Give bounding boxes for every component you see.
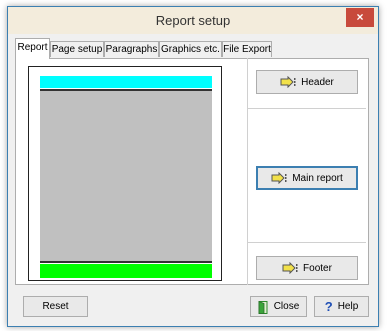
preview-footer-band[interactable] — [40, 264, 212, 278]
window-close-button[interactable]: × — [346, 8, 374, 27]
title-bar[interactable]: Report setup × — [8, 7, 378, 34]
close-button[interactable]: Close — [250, 296, 307, 317]
window-title: Report setup — [155, 13, 231, 28]
report-setup-dialog: Report setup × Report Page setup Paragra… — [7, 6, 379, 327]
exit-door-icon — [258, 300, 269, 314]
dialog-client-area: Report Page setup Paragraphs Graphics et… — [8, 34, 378, 326]
preview-main-band[interactable] — [40, 91, 212, 261]
main-report-button-label: Main report — [292, 172, 343, 184]
reset-button-label: Reset — [42, 301, 69, 312]
help-button-label: Help — [337, 301, 359, 312]
tab-report[interactable]: Report — [15, 38, 50, 59]
question-mark-icon: ? — [324, 299, 333, 314]
reset-button[interactable]: Reset — [23, 296, 88, 317]
section-divider — [248, 242, 366, 243]
close-button-label: Close — [273, 301, 300, 312]
tab-paragraphs[interactable]: Paragraphs — [104, 41, 159, 57]
header-button[interactable]: Header — [256, 70, 358, 94]
footer-button[interactable]: Footer — [256, 256, 358, 280]
dialog-button-bar: Reset Close ? Help — [8, 285, 378, 326]
tab-file-export[interactable]: File Export — [222, 41, 272, 57]
panel-divider — [247, 58, 248, 285]
report-layout-preview — [28, 66, 222, 281]
tab-page-setup[interactable]: Page setup — [50, 41, 104, 57]
section-pointer-icon — [271, 172, 287, 184]
section-pointer-icon — [280, 76, 296, 88]
preview-divider — [40, 261, 212, 263]
section-divider — [248, 108, 366, 109]
tab-graphics[interactable]: Graphics etc. — [159, 41, 222, 57]
section-pointer-icon — [282, 262, 298, 274]
header-button-label: Header — [301, 76, 334, 88]
preview-header-band[interactable] — [40, 76, 212, 88]
footer-button-label: Footer — [303, 262, 332, 274]
main-report-button[interactable]: Main report — [256, 166, 358, 190]
help-button[interactable]: ? Help — [314, 296, 369, 317]
